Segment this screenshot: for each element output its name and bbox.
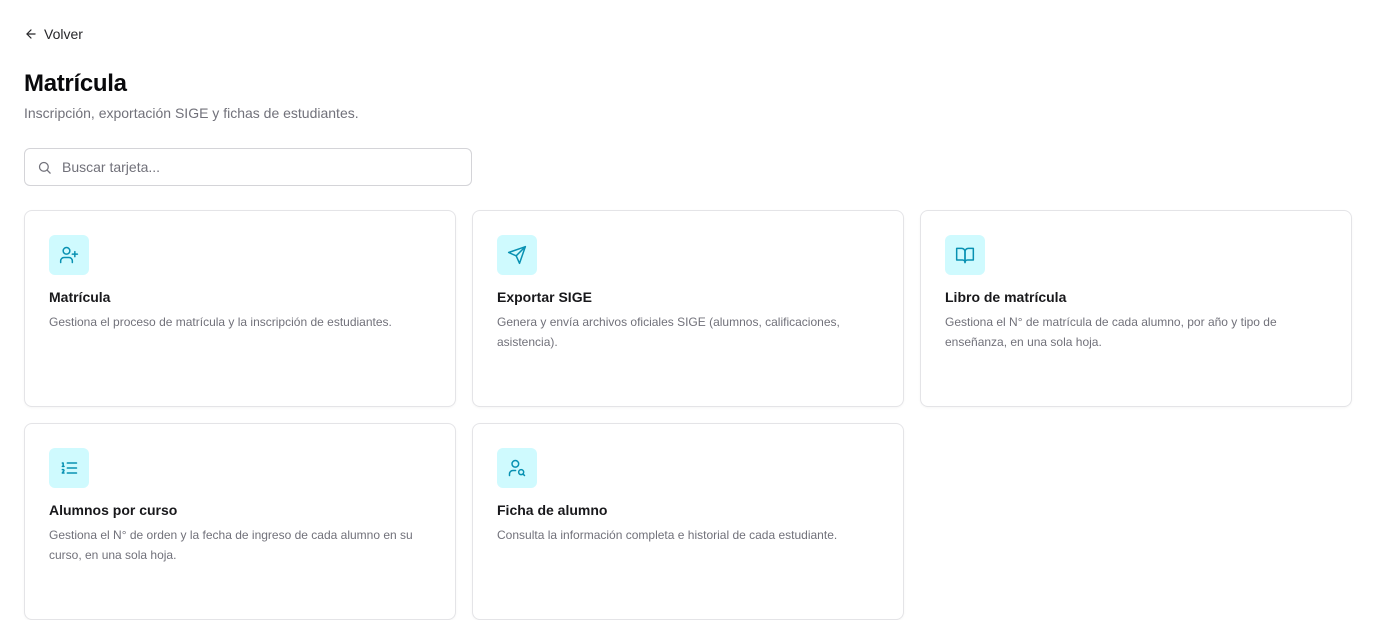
card-icon-tile: [497, 448, 537, 488]
card-description: Genera y envía archivos oficiales SIGE (…: [497, 315, 840, 349]
card-ficha-de-alumno[interactable]: Ficha de alumno Consulta la información …: [472, 423, 904, 620]
card-icon-tile: [49, 235, 89, 275]
user-plus-icon: [59, 246, 79, 264]
card-icon-tile: [945, 235, 985, 275]
card-title: Libro de matrícula: [945, 289, 1067, 305]
card-icon-tile: [49, 448, 89, 488]
arrow-left-icon: [26, 29, 36, 39]
card-exportar-sige[interactable]: Exportar SIGE Genera y envía archivos of…: [472, 210, 904, 407]
page-subtitle: Inscripción, exportación SIGE y fichas d…: [24, 105, 359, 121]
card-icon-tile: [497, 235, 537, 275]
card-description: Gestiona el proceso de matrícula y la in…: [49, 315, 392, 329]
back-label: Volver: [44, 26, 83, 42]
send-icon: [507, 245, 527, 265]
card-matricula[interactable]: Matrícula Gestiona el proceso de matrícu…: [24, 210, 456, 407]
card-alumnos-por-curso[interactable]: Alumnos por curso Gestiona el N° de orde…: [24, 423, 456, 620]
card-title: Matrícula: [49, 289, 111, 305]
card-description: Consulta la información completa e histo…: [497, 528, 838, 542]
book-open-icon: [955, 247, 975, 264]
page-title: Matrícula: [24, 70, 127, 97]
user-search-icon: [508, 459, 526, 477]
card-title: Alumnos por curso: [49, 502, 178, 518]
card-title: Ficha de alumno: [497, 502, 608, 518]
card-title: Exportar SIGE: [497, 289, 592, 305]
back-link[interactable]: Volver: [24, 24, 83, 44]
card-description: Gestiona el N° de matrícula de cada alum…: [945, 315, 1277, 349]
list-ordered-icon: [61, 462, 78, 474]
page: Volver Matrícula Inscripción, exportació…: [0, 0, 1376, 620]
card-libro-de-matricula[interactable]: Libro de matrícula Gestiona el N° de mat…: [920, 210, 1352, 407]
search-box[interactable]: [24, 148, 472, 186]
search-icon: [38, 161, 51, 174]
card-description: Gestiona el N° de orden y la fecha de in…: [49, 528, 413, 562]
search-input[interactable]: [62, 159, 442, 175]
